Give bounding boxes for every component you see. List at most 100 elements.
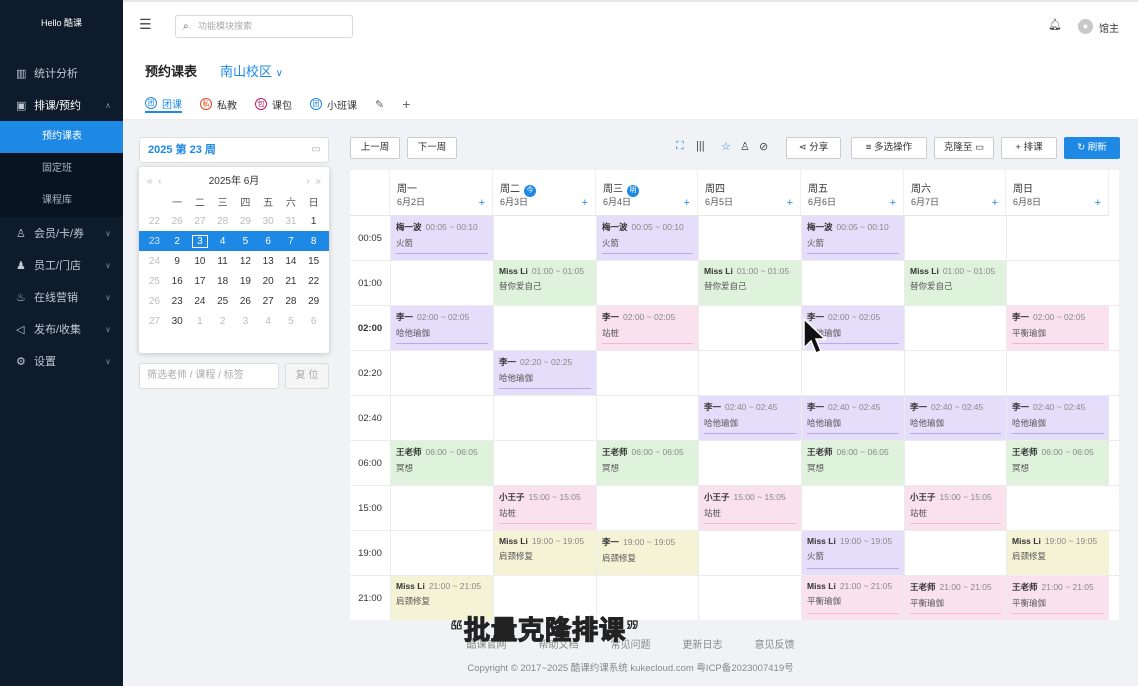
class-card[interactable]: Miss Li 01:00 ~ 01:05 替你爱自己 — [699, 261, 801, 305]
barcode-icon[interactable]: ||| — [696, 140, 705, 152]
calendar-day[interactable]: 12 — [234, 256, 257, 267]
calendar-day[interactable]: 1 — [302, 216, 325, 227]
class-card[interactable]: 梅一波 00:05 ~ 00:10 火箭 — [802, 216, 904, 260]
footer-link[interactable]: 更新日志 — [683, 636, 723, 651]
multi-select-button[interactable]: ≡ 多选操作 — [851, 137, 927, 159]
class-card[interactable]: 梅一波 00:05 ~ 00:10 火箭 — [391, 216, 493, 260]
class-card[interactable]: Miss Li 01:00 ~ 01:05 替你爱自己 — [494, 261, 596, 305]
calendar-day[interactable]: 4 — [257, 316, 280, 327]
class-card[interactable]: 李一 02:00 ~ 02:05 站桩 — [597, 306, 698, 350]
calendar-day[interactable]: 2 — [166, 236, 189, 247]
calendar-day[interactable]: 13 — [257, 256, 280, 267]
sidebar-subitem-0[interactable]: 预约课表 — [0, 121, 123, 153]
calendar-day[interactable]: 9 — [166, 256, 189, 267]
tab-0[interactable]: 团团课 — [145, 95, 182, 113]
class-card[interactable]: 李一 02:00 ~ 02:05 平衡瑜伽 — [1007, 306, 1109, 350]
calendar-day[interactable]: 28 — [211, 216, 234, 227]
campus-selector[interactable]: 南山校区 ∨ — [220, 61, 283, 80]
class-card[interactable]: 李一 02:40 ~ 02:45 哈他瑜伽 — [802, 396, 904, 440]
class-card[interactable]: 小王子 15:00 ~ 15:05 站桩 — [905, 486, 1006, 530]
calendar-day[interactable]: 15 — [302, 256, 325, 267]
sidebar-item-5[interactable]: ◁ 发布/收集 ∨ — [0, 313, 123, 345]
sidebar-item-4[interactable]: ♨ 在线营销 ∨ — [0, 281, 123, 313]
calendar-day[interactable]: 3 — [189, 234, 212, 248]
calendar-day[interactable]: 27 — [143, 316, 166, 327]
calendar-day[interactable]: 14 — [280, 256, 303, 267]
reset-button[interactable]: 复 位 — [285, 363, 329, 389]
clone-to-button[interactable]: 克隆至 ▭ — [934, 137, 994, 159]
sidebar-item-6[interactable]: ⚙ 设置 ∨ — [0, 345, 123, 377]
prev-week-button[interactable]: 上一周 — [350, 137, 400, 159]
fullscreen-icon[interactable]: ⛶ — [676, 140, 684, 153]
add-class-icon[interactable]: + — [684, 197, 690, 209]
next-year-icon[interactable]: › » — [307, 173, 321, 191]
avatar[interactable]: ● — [1078, 19, 1093, 34]
calendar-day[interactable]: 23 — [166, 296, 189, 307]
edit-tabs-button[interactable]: ✎ — [375, 95, 384, 113]
search-input[interactable]: ⌕ 功能模块搜索 — [175, 15, 353, 38]
footer-link[interactable]: 意见反馈 — [755, 636, 795, 651]
class-card[interactable]: 王老师 21:00 ~ 21:05 平衡瑜伽 — [905, 576, 1006, 620]
person-icon[interactable]: ♙ — [740, 140, 750, 153]
calendar-day[interactable]: 27 — [257, 296, 280, 307]
sidebar-subitem-2[interactable]: 课程库 — [0, 185, 123, 217]
calendar-day[interactable]: 4 — [211, 236, 234, 247]
tab-2[interactable]: 包课包 — [255, 95, 292, 113]
tab-3[interactable]: 团小班课 — [310, 95, 357, 113]
class-card[interactable]: 李一 02:00 ~ 02:05 哈他瑜伽 — [391, 306, 493, 350]
class-card[interactable]: 李一 02:40 ~ 02:45 哈他瑜伽 — [699, 396, 801, 440]
calendar-day[interactable]: 31 — [280, 216, 303, 227]
calendar-day[interactable]: 7 — [280, 236, 303, 247]
calendar-day[interactable]: 21 — [280, 276, 303, 287]
calendar-day[interactable]: 6 — [257, 236, 280, 247]
add-class-icon[interactable]: + — [1095, 197, 1101, 209]
calendar-week-row[interactable]: 24 9 10 11 12 13 14 15 — [139, 251, 329, 271]
class-card[interactable]: 王老师 06:00 ~ 06:05 冥想 — [597, 441, 698, 485]
class-card[interactable]: 王老师 06:00 ~ 06:05 冥想 — [1007, 441, 1109, 485]
sidebar-subitem-1[interactable]: 固定班 — [0, 153, 123, 185]
calendar-week-row[interactable]: 27 30 1 2 3 4 5 6 — [139, 311, 329, 331]
calendar-day[interactable]: 16 — [166, 276, 189, 287]
sidebar-item-0[interactable]: ▥ 统计分析 — [0, 57, 123, 89]
calendar-day[interactable]: 8 — [302, 236, 325, 247]
class-card[interactable]: Miss Li 19:00 ~ 19:05 肩颈修复 — [1007, 531, 1109, 575]
user-name[interactable]: 馆主 — [1099, 20, 1119, 35]
calendar-day[interactable]: 1 — [189, 316, 212, 327]
class-card[interactable]: 李一 02:40 ~ 02:45 哈他瑜伽 — [905, 396, 1006, 440]
calendar-day[interactable]: 19 — [234, 276, 257, 287]
class-card[interactable]: 李一 19:00 ~ 19:05 肩颈修复 — [597, 531, 698, 575]
add-class-icon[interactable]: + — [479, 197, 485, 209]
refresh-button[interactable]: ↻ 刷新 — [1064, 137, 1120, 159]
calendar-day[interactable]: 20 — [257, 276, 280, 287]
tab-1[interactable]: 私私教 — [200, 95, 237, 113]
filter-input[interactable]: 筛选老师 / 课程 / 标签 — [139, 363, 279, 389]
calendar-week-row[interactable]: 25 16 17 18 19 20 21 22 — [139, 271, 329, 291]
calendar-day[interactable]: 3 — [234, 316, 257, 327]
share-button[interactable]: ⋖ 分享 — [786, 137, 841, 159]
calendar-day[interactable]: 2 — [211, 316, 234, 327]
calendar-day[interactable]: 26 — [166, 216, 189, 227]
calendar-day[interactable]: 24 — [143, 256, 166, 267]
class-card[interactable]: Miss Li 01:00 ~ 01:05 替你爱自己 — [905, 261, 1006, 305]
star-icon[interactable]: ☆ — [721, 140, 731, 153]
calendar-day[interactable]: 26 — [234, 296, 257, 307]
calendar-day[interactable]: 28 — [280, 296, 303, 307]
class-card[interactable]: 王老师 06:00 ~ 06:05 冥想 — [391, 441, 493, 485]
sidebar-item-3[interactable]: ♟ 员工/门店 ∨ — [0, 249, 123, 281]
calendar-day[interactable]: 10 — [189, 256, 212, 267]
calendar-today[interactable]: 3 — [191, 234, 208, 248]
calendar-day[interactable]: 27 — [189, 216, 212, 227]
menu-toggle-icon[interactable]: ☰ — [139, 16, 152, 33]
calendar-day[interactable]: 25 — [143, 276, 166, 287]
next-week-button[interactable]: 下一周 — [407, 137, 457, 159]
calendar-day[interactable]: 5 — [234, 236, 257, 247]
calendar-day[interactable]: 11 — [211, 256, 234, 267]
calendar-day[interactable]: 23 — [143, 236, 166, 247]
class-card[interactable]: 小王子 15:00 ~ 15:05 站桩 — [699, 486, 801, 530]
sidebar-item-2[interactable]: ♙ 会员/卡/券 ∨ — [0, 217, 123, 249]
calendar-day[interactable]: 22 — [302, 276, 325, 287]
calendar-day[interactable]: 30 — [257, 216, 280, 227]
prev-year-icon[interactable]: « ‹ — [147, 173, 161, 191]
calendar-day[interactable]: 6 — [302, 316, 325, 327]
calendar-day[interactable]: 5 — [280, 316, 303, 327]
